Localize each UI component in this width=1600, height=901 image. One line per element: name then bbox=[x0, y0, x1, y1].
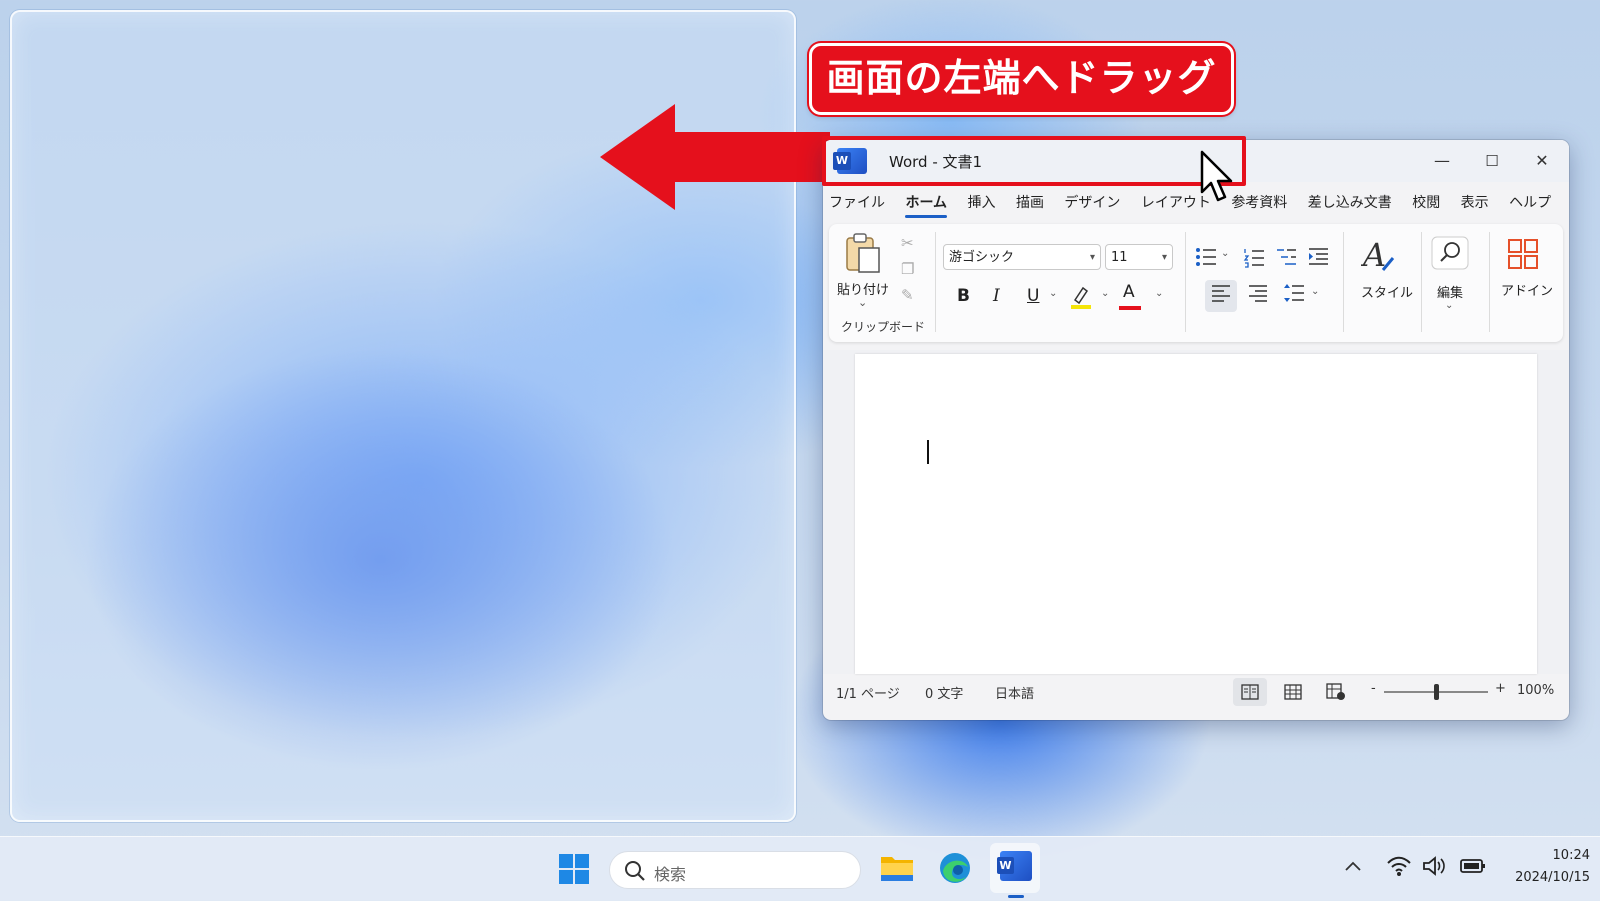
tab-insert[interactable]: 挿入 bbox=[968, 192, 996, 212]
chevron-down-icon[interactable]: ⌄ bbox=[1221, 248, 1229, 259]
running-indicator bbox=[1008, 895, 1024, 898]
bullets-icon[interactable] bbox=[1195, 246, 1217, 268]
battery-icon[interactable] bbox=[1460, 857, 1486, 875]
close-button[interactable]: ✕ bbox=[1517, 140, 1567, 182]
tab-home[interactable]: ホーム bbox=[905, 192, 947, 218]
word-count[interactable]: 0 文字 bbox=[925, 683, 963, 702]
font-size-select[interactable]: 11 ▾ bbox=[1105, 244, 1173, 270]
add-ins-icon[interactable] bbox=[1507, 238, 1539, 270]
page-count[interactable]: 1/1 ページ bbox=[836, 683, 900, 702]
zoom-level[interactable]: 100% bbox=[1517, 683, 1554, 698]
search-placeholder: 検索 bbox=[654, 865, 687, 884]
search-icon bbox=[625, 861, 645, 881]
zoom-in-button[interactable]: + bbox=[1495, 681, 1506, 696]
divider bbox=[1185, 232, 1186, 332]
zoom-out-button[interactable]: - bbox=[1371, 681, 1376, 696]
svg-text:A: A bbox=[1361, 236, 1386, 274]
zoom-slider-knob[interactable] bbox=[1434, 684, 1439, 700]
indent-icon[interactable] bbox=[1307, 246, 1329, 268]
chevron-up-icon[interactable] bbox=[1344, 859, 1362, 873]
read-mode-icon[interactable] bbox=[1241, 684, 1259, 700]
web-layout-icon[interactable] bbox=[1326, 683, 1346, 701]
add-ins-button-label[interactable]: アドイン bbox=[1501, 280, 1553, 299]
copy-icon[interactable]: ❐ bbox=[901, 260, 914, 278]
font-name-value: 游ゴシック bbox=[949, 250, 1015, 265]
align-right-icon[interactable] bbox=[1247, 282, 1269, 304]
ribbon-tabs: ファイル ホーム 挿入 描画 デザイン レイアウト 参考資料 差し込み文書 校閲… bbox=[829, 192, 1567, 218]
chevron-down-icon[interactable]: ⌄ bbox=[1445, 300, 1453, 311]
chevron-down-icon[interactable]: ⌄ bbox=[1101, 288, 1109, 299]
tab-help[interactable]: ヘルプ bbox=[1509, 192, 1551, 212]
tab-file[interactable]: ファイル bbox=[829, 192, 885, 212]
mouse-cursor-icon bbox=[1200, 150, 1233, 202]
word-icon[interactable]: W bbox=[997, 851, 1032, 881]
edge-icon[interactable] bbox=[938, 851, 972, 885]
volume-icon[interactable] bbox=[1422, 855, 1446, 877]
font-name-select[interactable]: 游ゴシック ▾ bbox=[943, 244, 1101, 270]
line-spacing-icon[interactable] bbox=[1283, 282, 1305, 304]
chevron-down-icon[interactable]: ⌄ bbox=[1311, 286, 1319, 297]
tab-draw[interactable]: 描画 bbox=[1016, 192, 1044, 212]
minimize-button[interactable]: — bbox=[1417, 140, 1467, 182]
title-bar-highlight bbox=[822, 136, 1246, 186]
styles-icon[interactable]: A bbox=[1361, 236, 1397, 276]
chevron-down-icon: ▾ bbox=[1089, 252, 1095, 263]
chevron-down-icon[interactable]: ⌄ bbox=[1049, 288, 1057, 299]
paste-icon[interactable] bbox=[843, 232, 883, 274]
underline-button[interactable]: U bbox=[1027, 286, 1039, 306]
wifi-icon[interactable] bbox=[1386, 855, 1412, 877]
bold-button[interactable]: B bbox=[957, 286, 970, 306]
divider bbox=[1489, 232, 1490, 332]
clock-date: 2024/10/15 bbox=[1515, 870, 1590, 885]
cut-icon[interactable]: ✂ bbox=[901, 234, 914, 252]
taskbar-search-box[interactable]: 検索 bbox=[609, 851, 861, 889]
multilevel-list-icon[interactable] bbox=[1275, 246, 1297, 268]
language-indicator[interactable]: 日本語 bbox=[995, 683, 1034, 702]
search-icon[interactable] bbox=[1431, 236, 1469, 270]
styles-button-label[interactable]: スタイル bbox=[1361, 282, 1413, 301]
divider bbox=[935, 232, 936, 332]
windows-start-icon[interactable] bbox=[558, 853, 590, 885]
word-window[interactable]: W Word - 文書1 — ☐ ✕ ファイル ホーム 挿入 描画 デザイン レ… bbox=[823, 140, 1569, 720]
text-caret bbox=[927, 440, 929, 464]
tab-references[interactable]: 参考資料 bbox=[1231, 192, 1287, 212]
italic-button[interactable]: I bbox=[993, 286, 1000, 306]
divider bbox=[1421, 232, 1422, 332]
print-layout-icon[interactable] bbox=[1284, 684, 1302, 700]
tab-view[interactable]: 表示 bbox=[1461, 192, 1489, 212]
document-page[interactable] bbox=[855, 354, 1537, 674]
ribbon: 貼り付け ⌄ ✂ ❐ ✎ クリップボード 游ゴシック ▾ 11 ▾ B I U … bbox=[829, 224, 1563, 342]
tab-design[interactable]: デザイン bbox=[1064, 192, 1120, 212]
tab-review[interactable]: 校閲 bbox=[1412, 192, 1440, 212]
document-area bbox=[823, 350, 1569, 674]
highlighter-icon[interactable] bbox=[1069, 284, 1093, 310]
chevron-down-icon: ▾ bbox=[1161, 252, 1167, 263]
instruction-callout: 画面の左端へドラッグ bbox=[809, 43, 1234, 115]
file-explorer-icon[interactable] bbox=[880, 851, 914, 883]
clipboard-group-label: クリップボード bbox=[841, 320, 926, 334]
maximize-button[interactable]: ☐ bbox=[1467, 140, 1517, 182]
status-bar: 1/1 ページ 0 文字 日本語 - + 100% bbox=[823, 676, 1569, 708]
align-left-icon[interactable] bbox=[1210, 282, 1232, 304]
chevron-down-icon[interactable]: ⌄ bbox=[1155, 288, 1163, 299]
clock-time: 10:24 bbox=[1552, 848, 1590, 863]
font-size-value: 11 bbox=[1111, 250, 1128, 265]
chevron-down-icon[interactable]: ⌄ bbox=[858, 296, 867, 309]
numbering-icon[interactable] bbox=[1243, 246, 1265, 268]
font-color-swatch bbox=[1119, 306, 1141, 310]
edit-button-label[interactable]: 編集 bbox=[1437, 282, 1463, 301]
font-color-button[interactable]: A bbox=[1123, 282, 1135, 302]
format-painter-icon[interactable]: ✎ bbox=[901, 286, 914, 304]
divider bbox=[1343, 232, 1344, 332]
taskbar: 検索 W 10:24 2024/10/15 bbox=[0, 836, 1600, 901]
tab-mailings[interactable]: 差し込み文書 bbox=[1308, 192, 1392, 212]
clock[interactable]: 10:24 2024/10/15 bbox=[1500, 845, 1590, 889]
drag-left-arrow bbox=[600, 104, 830, 210]
